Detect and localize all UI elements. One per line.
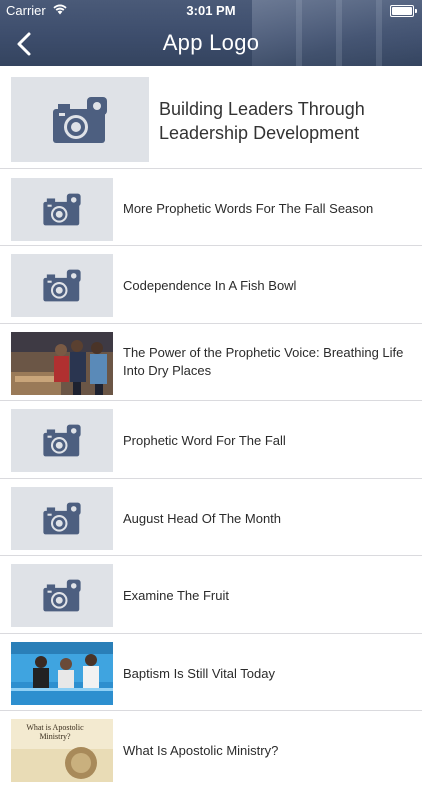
camera-placeholder-icon	[53, 96, 107, 143]
featured-list-item[interactable]: Building Leaders Through Leadership Deve…	[0, 66, 422, 169]
list-item[interactable]: The Power of the Prophetic Voice: Breath…	[0, 324, 422, 401]
camera-placeholder-icon	[43, 502, 81, 535]
status-bar: Carrier 3:01 PM	[0, 0, 422, 22]
list-item[interactable]: Examine The Fruit	[0, 556, 422, 634]
camera-placeholder-icon	[43, 424, 81, 457]
featured-thumbnail	[11, 77, 149, 162]
item-thumbnail: What is Apostolic Ministry?	[11, 719, 113, 782]
item-thumbnail	[11, 642, 113, 705]
battery-icon	[390, 5, 417, 17]
list-item[interactable]: Codependence In A Fish Bowl	[0, 246, 422, 324]
item-thumbnail	[11, 409, 113, 472]
photo-baptism-pool	[11, 642, 113, 705]
page-title: App Logo	[162, 30, 260, 55]
item-title: Prophetic Word For The Fall	[123, 433, 286, 448]
navigation-bar: Carrier 3:01 PM App Logo	[0, 0, 422, 66]
item-title: Examine The Fruit	[123, 588, 229, 603]
item-thumbnail	[11, 564, 113, 627]
list-item[interactable]: Prophetic Word For The Fall	[0, 401, 422, 479]
camera-placeholder-icon	[43, 193, 81, 226]
list-item[interactable]: Baptism Is Still Vital Today	[0, 634, 422, 711]
item-thumbnail	[11, 487, 113, 550]
item-thumbnail	[11, 254, 113, 317]
book-cover-text: What is Apostolic Ministry?	[26, 723, 84, 741]
item-title: What Is Apostolic Ministry?	[123, 743, 279, 758]
item-title: The Power of the Prophetic Voice: Breath…	[123, 345, 404, 378]
list-item[interactable]: What is Apostolic Ministry? What Is Apos…	[0, 711, 422, 789]
item-thumbnail	[11, 178, 113, 241]
item-title: More Prophetic Words For The Fall Season	[123, 201, 374, 216]
camera-placeholder-icon	[43, 269, 81, 302]
list-item[interactable]: August Head Of The Month	[0, 479, 422, 556]
item-thumbnail	[11, 332, 113, 395]
featured-item-title: Building Leaders Through Leadership Deve…	[159, 99, 365, 143]
list-item[interactable]: More Prophetic Words For The Fall Season	[0, 169, 422, 246]
photo-people-praying	[11, 332, 113, 395]
item-title: Baptism Is Still Vital Today	[123, 666, 275, 681]
status-time: 3:01 PM	[186, 3, 236, 18]
camera-placeholder-icon	[43, 579, 81, 612]
item-title: August Head Of The Month	[123, 511, 282, 526]
item-title: Codependence In A Fish Bowl	[123, 278, 297, 293]
